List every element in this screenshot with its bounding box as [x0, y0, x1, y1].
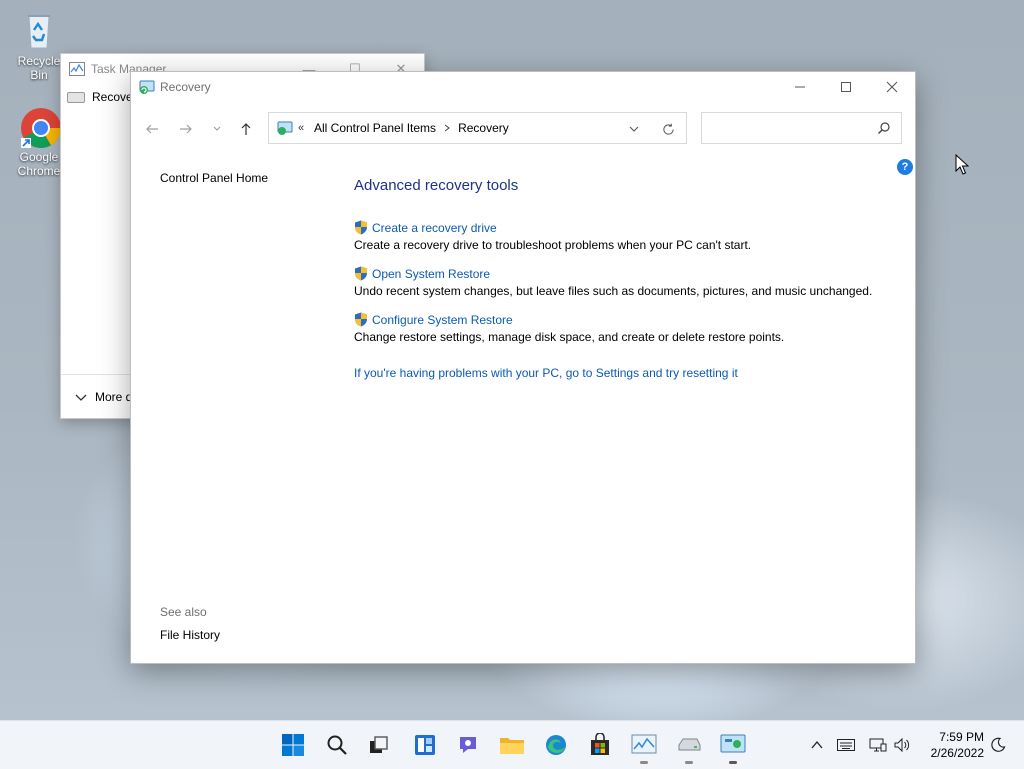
- control-panel-icon: [277, 121, 293, 135]
- control-panel-icon: [139, 80, 155, 94]
- drive-icon: [67, 91, 85, 103]
- drive-icon: [678, 738, 701, 751]
- tool-description: Change restore settings, manage disk spa…: [354, 330, 785, 344]
- chat-icon: [460, 737, 476, 753]
- uac-shield-icon: [355, 266, 367, 281]
- control-panel-home-link[interactable]: Control Panel Home: [160, 171, 268, 185]
- volume-button[interactable]: [892, 735, 912, 755]
- maximize-button[interactable]: [823, 72, 869, 102]
- task-view-icon: [370, 736, 388, 753]
- edge-icon: [546, 735, 566, 755]
- network-button[interactable]: [868, 735, 888, 755]
- taskbar: 7:59 PM 2/26/2022: [0, 720, 1024, 769]
- minimize-icon: [795, 86, 805, 88]
- show-hidden-icons-button[interactable]: [807, 735, 827, 755]
- uac-shield-icon: [355, 312, 367, 327]
- chrome-icon: [19, 106, 61, 148]
- recycle-bin-icon: [19, 10, 59, 50]
- maximize-icon: [841, 82, 851, 92]
- store-icon: [591, 733, 609, 755]
- up-button[interactable]: [234, 117, 258, 141]
- control-panel-taskbar-button[interactable]: [719, 731, 747, 764]
- file-history-link[interactable]: File History: [160, 628, 220, 642]
- page-heading: Advanced recovery tools: [354, 177, 519, 194]
- tool-configure-system-restore: Configure System Restore Change restore …: [354, 312, 784, 344]
- widgets-button[interactable]: [411, 731, 439, 759]
- recent-locations-button[interactable]: [205, 117, 229, 141]
- see-also-heading: See also: [160, 605, 207, 619]
- window-title: Recovery: [160, 80, 211, 94]
- search-button[interactable]: [323, 731, 351, 759]
- running-indicator: [685, 761, 693, 764]
- task-manager-icon: [69, 62, 85, 76]
- breadcrumb-recovery[interactable]: Recovery: [458, 121, 509, 135]
- close-button[interactable]: [869, 72, 915, 102]
- back-button[interactable]: [140, 117, 164, 141]
- refresh-icon: [662, 123, 674, 135]
- help-button[interactable]: ?: [897, 159, 913, 175]
- windows-logo-icon: [282, 734, 304, 756]
- task-manager-icon: [631, 734, 657, 754]
- folder-icon: [500, 738, 524, 754]
- network-icon: [869, 738, 887, 752]
- speaker-icon: [894, 737, 910, 753]
- task-view-button[interactable]: [365, 731, 393, 759]
- search-box[interactable]: [701, 112, 902, 144]
- left-pane: Control Panel Home See also File History: [131, 167, 331, 663]
- file-explorer-button[interactable]: [498, 731, 526, 759]
- tool-description: Undo recent system changes, but leave fi…: [354, 284, 873, 298]
- keyboard-icon: [837, 739, 855, 751]
- running-indicator: [729, 761, 737, 764]
- chat-button[interactable]: [454, 731, 482, 759]
- widgets-icon: [415, 735, 435, 755]
- address-bar[interactable]: « All Control Panel Items Recovery: [268, 112, 687, 144]
- search-icon[interactable]: [877, 121, 891, 135]
- tool-description: Create a recovery drive to troubleshoot …: [354, 238, 752, 252]
- start-button[interactable]: [279, 731, 307, 759]
- close-icon: [886, 81, 898, 93]
- create-recovery-drive-link[interactable]: Create a recovery drive: [372, 221, 497, 235]
- refresh-button[interactable]: [660, 121, 676, 137]
- address-dropdown-button[interactable]: [626, 121, 642, 137]
- minimize-button[interactable]: [777, 72, 823, 102]
- focus-assist-button[interactable]: [988, 735, 1008, 755]
- edge-button[interactable]: [542, 731, 570, 759]
- chevron-down-icon: [75, 394, 87, 401]
- tool-create-recovery-drive: Create a recovery drive Create a recover…: [354, 220, 751, 252]
- uac-shield-icon: [355, 220, 367, 235]
- window-titlebar[interactable]: Recovery: [131, 72, 915, 102]
- recovery-window[interactable]: Recovery « All Control Panel Items Recov…: [130, 71, 916, 664]
- mouse-cursor-icon: [955, 154, 969, 175]
- breadcrumb-all-control-panel-items[interactable]: All Control Panel Items: [314, 121, 436, 135]
- clock-time: 7:59 PM: [939, 730, 984, 744]
- store-button[interactable]: [586, 731, 614, 759]
- tool-open-system-restore: Open System Restore Undo recent system c…: [354, 266, 872, 298]
- chevron-up-icon: [811, 740, 823, 749]
- moon-icon: [991, 737, 1006, 752]
- reset-pc-link[interactable]: If you're having problems with your PC, …: [354, 366, 738, 380]
- configure-system-restore-link[interactable]: Configure System Restore: [372, 313, 513, 327]
- open-system-restore-link[interactable]: Open System Restore: [372, 267, 490, 281]
- drive-taskbar-button[interactable]: [675, 731, 703, 764]
- keyboard-button[interactable]: [836, 735, 856, 755]
- task-manager-taskbar-button[interactable]: [630, 731, 658, 764]
- chevron-down-icon: [629, 126, 639, 132]
- forward-button[interactable]: [174, 117, 198, 141]
- search-input[interactable]: [708, 113, 872, 143]
- taskbar-clock[interactable]: 7:59 PM 2/26/2022: [918, 729, 984, 761]
- arrow-up-icon: [241, 123, 251, 135]
- search-icon: [327, 735, 347, 755]
- chevron-down-icon: [213, 126, 221, 131]
- arrow-left-icon: [146, 124, 158, 134]
- control-panel-icon: [720, 734, 746, 753]
- breadcrumb-overflow[interactable]: «: [298, 122, 308, 134]
- arrow-right-icon: [180, 124, 192, 134]
- clock-date: 2/26/2022: [930, 746, 984, 760]
- main-content: Advanced recovery tools Create a recover…: [354, 177, 894, 380]
- running-indicator: [640, 761, 648, 764]
- navigation-bar: « All Control Panel Items Recovery: [131, 112, 915, 146]
- breadcrumb-separator-icon[interactable]: [442, 124, 452, 132]
